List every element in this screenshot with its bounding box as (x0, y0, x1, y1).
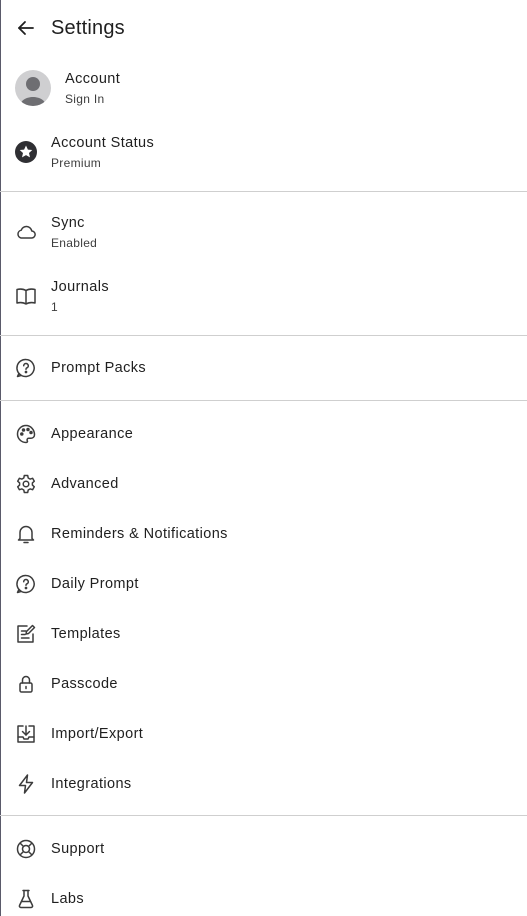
template-edit-icon (14, 622, 38, 646)
settings-item-appearance[interactable]: Appearance (0, 416, 527, 452)
bell-icon (14, 522, 38, 546)
avatar (15, 70, 51, 106)
settings-item-label: Daily Prompt (51, 576, 139, 592)
lifebuoy-icon (14, 837, 38, 861)
flask-icon (14, 887, 38, 911)
settings-item-label: Appearance (51, 426, 134, 442)
lock-icon (14, 672, 38, 696)
divider (0, 335, 527, 336)
prompt-packs-label: Prompt Packs (51, 360, 147, 376)
palette-icon (14, 422, 38, 446)
download-tray-icon (14, 722, 38, 746)
app-header: Settings (0, 0, 527, 56)
book-icon (14, 284, 38, 308)
settings-item-label: Templates (51, 626, 121, 642)
settings-item-account[interactable]: Account Sign In (0, 60, 527, 118)
star-badge-icon (14, 140, 38, 164)
settings-item-label: Import/Export (51, 726, 144, 742)
back-arrow-icon[interactable] (14, 16, 38, 40)
settings-item-journals[interactable]: Journals 1 (0, 268, 527, 324)
cloud-icon (14, 220, 38, 244)
page-title: Settings (51, 17, 125, 39)
settings-item-label: Advanced (51, 476, 119, 492)
account-status-label: Account Status (51, 135, 155, 151)
labs-label: Labs (51, 891, 85, 907)
settings-item-import-export[interactable]: Import/Export (0, 716, 527, 752)
account-status-sub: Premium (51, 156, 102, 170)
sync-label: Sync (51, 215, 85, 231)
sync-sub: Enabled (51, 236, 98, 250)
divider (0, 191, 527, 192)
question-bubble-icon (14, 572, 38, 596)
settings-item-support[interactable]: Support (0, 831, 527, 867)
lightning-icon (14, 772, 38, 796)
journals-sub: 1 (51, 300, 58, 314)
settings-item-reminders[interactable]: Reminders & Notifications (0, 516, 527, 552)
settings-item-templates[interactable]: Templates (0, 616, 527, 652)
settings-item-label: Passcode (51, 676, 118, 692)
gear-icon (14, 472, 38, 496)
settings-item-labs[interactable]: Labs (0, 881, 527, 916)
divider (0, 400, 527, 401)
support-label: Support (51, 841, 105, 857)
settings-item-passcode[interactable]: Passcode (0, 666, 527, 702)
settings-item-label: Reminders & Notifications (51, 526, 228, 542)
divider (0, 815, 527, 816)
journals-label: Journals (51, 279, 110, 295)
account-label: Account (65, 71, 121, 87)
settings-item-integrations[interactable]: Integrations (0, 766, 527, 802)
question-bubble-icon (14, 356, 38, 380)
settings-item-account-status[interactable]: Account Status Premium (0, 124, 527, 184)
settings-item-label: Integrations (51, 776, 132, 792)
settings-item-daily-prompt[interactable]: Daily Prompt (0, 566, 527, 602)
settings-item-prompt-packs[interactable]: Prompt Packs (0, 350, 527, 386)
account-sub: Sign In (65, 92, 105, 106)
settings-item-advanced[interactable]: Advanced (0, 466, 527, 502)
settings-item-sync[interactable]: Sync Enabled (0, 204, 527, 260)
